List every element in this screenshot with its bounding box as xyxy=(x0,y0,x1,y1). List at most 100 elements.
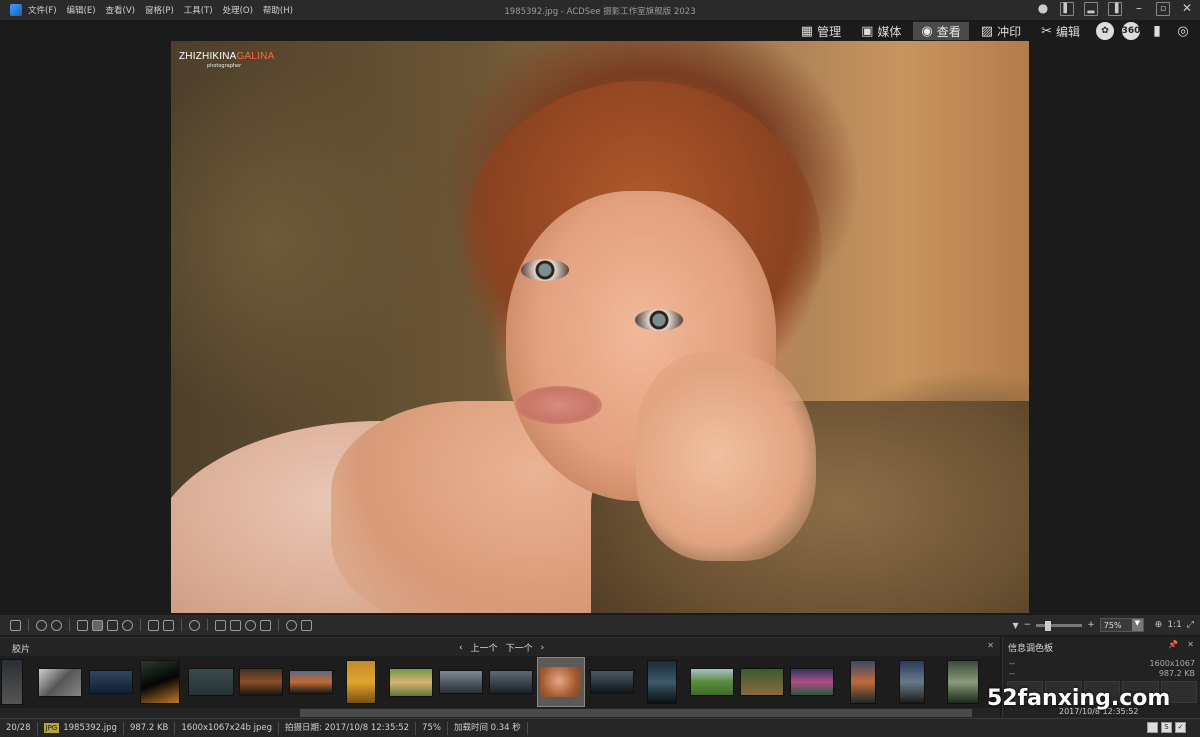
toolbar-divider xyxy=(28,619,29,631)
privacy-icon[interactable]: ◎ xyxy=(1174,22,1192,40)
filmstrip-thumb[interactable] xyxy=(790,668,834,696)
menu-file[interactable]: 文件(F) xyxy=(28,4,57,16)
mode-tab-view[interactable]: ◉ 查看 xyxy=(913,22,969,40)
slideshow-icon[interactable] xyxy=(286,619,297,631)
filmstrip-thumb[interactable] xyxy=(389,668,433,697)
previous-button[interactable]: 上一个 xyxy=(471,641,498,654)
layout-bottom-icon[interactable]: ▂ xyxy=(1084,2,1098,16)
crop-icon[interactable] xyxy=(77,619,88,631)
info-palette-title[interactable]: 信息调色板 xyxy=(1008,641,1053,654)
filmstrip-thumb[interactable] xyxy=(188,668,234,696)
filmstrip-thumb[interactable] xyxy=(1,659,23,705)
filmstrip-thumb-selected[interactable] xyxy=(537,657,585,707)
window-title: 1985392.jpg - ACDSee 摄影工作室旗舰版 2023 xyxy=(504,7,696,17)
rotate-right-icon[interactable] xyxy=(51,619,62,631)
zoom-slider[interactable] xyxy=(1036,620,1083,631)
main-photo[interactable]: ZHIZHIKINAGALINA photographer xyxy=(171,41,1029,613)
next-button[interactable]: 下一个 xyxy=(506,641,533,654)
fullscreen-toggle-icon[interactable]: ⤢ xyxy=(1187,620,1194,630)
zoom-out-icon[interactable]: − xyxy=(1024,620,1032,630)
settings-icon[interactable] xyxy=(189,619,200,631)
photo-eye-right xyxy=(635,309,683,331)
menu-view[interactable]: 查看(V) xyxy=(106,4,135,16)
filmstrip-thumb[interactable] xyxy=(590,670,634,694)
mode-tab-label: 冲印 xyxy=(997,24,1022,39)
zoom-select[interactable]: 75% ▼ xyxy=(1099,618,1144,632)
color-icon[interactable] xyxy=(245,619,256,631)
360-icon[interactable]: 360 xyxy=(1122,22,1140,40)
scrollbar-thumb[interactable] xyxy=(300,709,972,717)
mode-bar: ▦ 管理 ▣ 媒体 ◉ 查看 ▨ 冲印 ✂ 编辑 ✿ 360 ▮ ◎ xyxy=(793,20,1200,42)
close-button[interactable]: ✕ xyxy=(1180,2,1194,16)
chevron-right-icon[interactable]: › xyxy=(541,643,545,653)
acdsee-window: 文件(F) 编辑(E) 查看(V) 窗格(P) 工具(T) 处理(O) 帮助(H… xyxy=(0,0,1200,737)
filmstrip-thumb[interactable] xyxy=(947,660,979,704)
rotate-left-icon[interactable] xyxy=(36,619,47,631)
zoom-in-icon[interactable]: + xyxy=(1087,620,1095,630)
select-icon[interactable] xyxy=(107,619,118,631)
adjust-icon[interactable] xyxy=(215,619,226,631)
close-icon[interactable]: ✕ xyxy=(1187,640,1194,649)
filmstrip-thumb[interactable] xyxy=(38,668,82,697)
layout-left-icon[interactable]: ▌ xyxy=(1060,2,1074,16)
filmstrip-thumb[interactable] xyxy=(647,660,677,704)
menu-pane[interactable]: 窗格(P) xyxy=(145,4,174,16)
filmstrip-thumb[interactable] xyxy=(140,660,180,704)
save-icon[interactable] xyxy=(10,619,21,631)
viewer-toolbar: ▼ − + 75% ▼ ⊕ 1:1 ⤢ xyxy=(0,615,1200,635)
filmstrip-thumb[interactable] xyxy=(439,670,483,694)
compare-icon[interactable] xyxy=(301,619,312,631)
filmstrip-scrollbar[interactable] xyxy=(0,708,1000,718)
zoom-dropdown-icon[interactable]: ▼ xyxy=(1013,621,1019,630)
zoom-icon[interactable] xyxy=(122,619,133,631)
info-row: -- 1600x1067 xyxy=(1009,659,1195,668)
filmstrip-thumb[interactable] xyxy=(289,670,333,694)
chevron-down-icon[interactable]: ▼ xyxy=(1131,619,1143,631)
menu-help[interactable]: 帮助(H) xyxy=(263,4,293,16)
fit-icon[interactable] xyxy=(163,619,174,631)
minimize-button[interactable]: – xyxy=(1132,2,1146,16)
status-dimensions: 1600x1067x24b jpeg xyxy=(175,721,280,735)
chevron-left-icon[interactable]: ‹ xyxy=(459,643,463,653)
mode-tab-manage[interactable]: ▦ 管理 xyxy=(793,22,849,40)
image-viewer[interactable]: ZHIZHIKINAGALINA photographer xyxy=(0,40,1200,615)
redeye-icon[interactable] xyxy=(260,619,271,631)
layout-right-icon[interactable]: ▐ xyxy=(1108,2,1122,16)
maximize-button[interactable]: ▫ xyxy=(1156,2,1170,16)
filmstrip-thumb[interactable] xyxy=(239,668,283,696)
app-logo-icon[interactable] xyxy=(10,4,22,16)
fullscreen-icon[interactable] xyxy=(148,619,159,631)
status-zoom: 75% xyxy=(416,721,448,735)
filmstrip-thumb[interactable] xyxy=(850,660,876,704)
pin-icon[interactable]: 📌 xyxy=(1168,640,1178,649)
mode-tab-edit[interactable]: ✂ 编辑 xyxy=(1033,22,1088,40)
watermark-main: ZHIZHIKINA xyxy=(179,51,237,62)
filmstrip-thumb[interactable] xyxy=(899,660,925,704)
grid-icon: ▦ xyxy=(800,23,814,39)
actual-size-button[interactable]: 1:1 xyxy=(1167,620,1181,630)
user-icon[interactable]: ● xyxy=(1036,2,1050,16)
menu-tools[interactable]: 工具(T) xyxy=(184,4,213,16)
monitor-icon[interactable] xyxy=(1147,722,1158,733)
filmstrip-thumb[interactable] xyxy=(740,668,784,696)
menu-process[interactable]: 处理(O) xyxy=(223,4,253,16)
toolbar-divider xyxy=(181,619,182,631)
zoom-fit-icon[interactable]: ⊕ xyxy=(1155,620,1163,630)
status-file: JPG 1985392.jpg xyxy=(38,721,124,735)
color-profile-icon[interactable]: S xyxy=(1161,722,1172,733)
stats-icon[interactable]: ▮ xyxy=(1148,22,1166,40)
mode-tab-develop[interactable]: ▨ 冲印 xyxy=(973,22,1029,40)
close-icon[interactable]: ✕ xyxy=(987,641,994,650)
status-filename: 1985392.jpg xyxy=(63,722,117,733)
filmstrip-thumb[interactable] xyxy=(690,668,734,696)
mode-tab-media[interactable]: ▣ 媒体 xyxy=(853,22,909,40)
levels-icon[interactable] xyxy=(230,619,241,631)
filmstrip-thumb[interactable] xyxy=(489,670,533,694)
dashboard-icon[interactable]: ✿ xyxy=(1096,22,1114,40)
filmstrip-thumb[interactable] xyxy=(89,670,133,694)
checkmark-icon[interactable]: ✓ xyxy=(1175,722,1186,733)
menu-edit[interactable]: 编辑(E) xyxy=(67,4,96,16)
hand-tool-icon[interactable] xyxy=(92,619,103,631)
zoom-slider-knob[interactable] xyxy=(1045,620,1052,631)
filmstrip-thumb[interactable] xyxy=(346,660,376,704)
